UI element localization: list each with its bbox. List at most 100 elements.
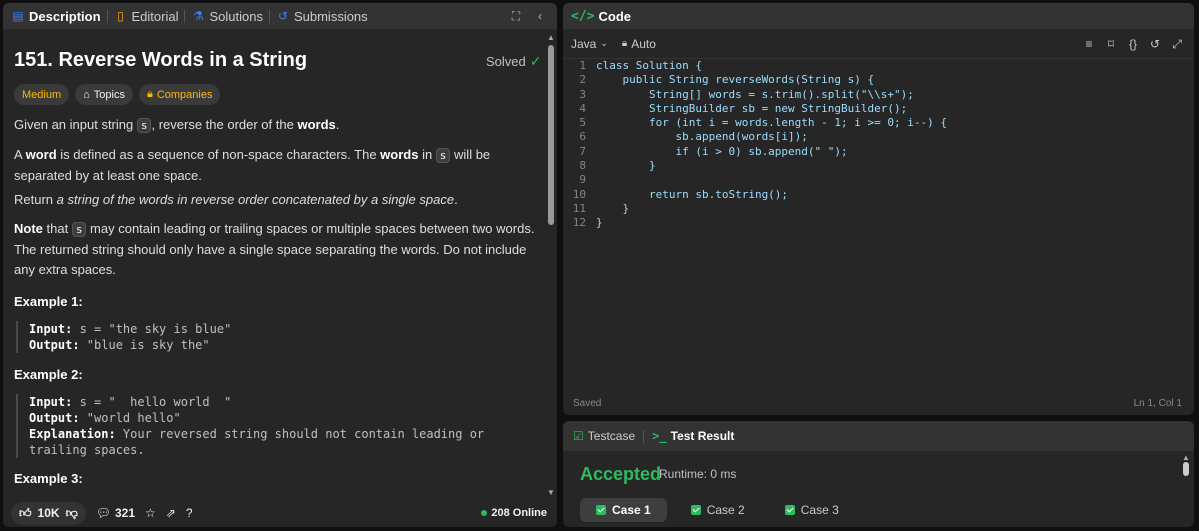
tab-test-result[interactable]: >_ Test Result: [652, 423, 734, 449]
line-number: 5: [579, 116, 586, 130]
case-tabs: Case 1 Case 2 Case 3: [580, 498, 855, 522]
code-line[interactable]: 9: [563, 173, 1194, 187]
output-label: Output:: [29, 338, 80, 352]
auto-mode[interactable]: 🔒︎ Auto: [622, 37, 656, 51]
bookmark-icon[interactable]: ⌑: [1104, 37, 1118, 51]
editor-status-bar: Saved Ln 1, Col 1: [573, 398, 1182, 409]
scroll-thumb[interactable]: [548, 45, 554, 225]
text: in: [418, 147, 436, 162]
bold-text: word: [25, 147, 57, 162]
input-value: s = "the sky is blue": [72, 322, 232, 336]
code-text: sb.append(words[i]);: [596, 130, 808, 144]
thumbs-down-icon[interactable]: 👎︎: [66, 506, 78, 521]
text: .: [335, 117, 340, 132]
like-dislike-group: 👍︎ 10K 👎︎: [11, 501, 86, 525]
share-icon[interactable]: ⇗: [166, 506, 176, 520]
companies-label: Companies: [156, 88, 213, 101]
scroll-up-arrow-icon[interactable]: ▲: [1182, 453, 1190, 462]
tab-test-result-label: Test Result: [670, 429, 735, 443]
scroll-thumb[interactable]: [1183, 462, 1189, 476]
code-text: }: [596, 216, 603, 230]
code-line[interactable]: 12}: [563, 216, 1194, 230]
collapse-left-icon[interactable]: ‹: [533, 9, 547, 23]
input-value: s = " hello world ": [72, 395, 232, 409]
example-output: Output: "blue is sky the": [29, 337, 231, 353]
cursor-position: Ln 1, Col 1: [1133, 398, 1182, 409]
tab-submissions[interactable]: ↺ Submissions: [272, 3, 372, 29]
case-tab-2[interactable]: Case 2: [675, 498, 761, 522]
text: Given an input string: [14, 117, 137, 132]
text: may contain leading or trailing spaces o…: [14, 221, 535, 277]
italic-text: a string of the words in reverse order c…: [56, 192, 455, 207]
reset-icon[interactable]: ↺: [1148, 37, 1162, 51]
page-title: 151. Reverse Words in a String: [14, 49, 308, 71]
language-select[interactable]: Java ⌄: [571, 37, 608, 51]
tab-description-label: Description: [29, 8, 101, 24]
help-icon[interactable]: ?: [186, 506, 193, 520]
language-label: Java: [571, 36, 597, 51]
scroll-up-arrow-icon[interactable]: ▲: [547, 33, 555, 42]
runtime-text: Runtime: 0 ms: [659, 467, 737, 481]
line-number: 4: [579, 101, 586, 115]
bold-text: Note: [14, 221, 43, 236]
example-2-block: Input: s = " hello world " Output: "worl…: [16, 394, 516, 458]
mode-label: Auto: [631, 36, 656, 51]
code-line[interactable]: 6 sb.append(words[i]);: [563, 130, 1194, 144]
maximize-icon[interactable]: ⛶: [509, 9, 523, 23]
code-text: class Solution {: [596, 59, 702, 72]
format-icon[interactable]: ≡: [1082, 37, 1096, 51]
tab-separator: [643, 429, 645, 443]
text: .: [454, 192, 458, 207]
code-line[interactable]: 10 return sb.toString();: [563, 188, 1194, 202]
thumbs-up-icon[interactable]: 👍︎: [19, 506, 32, 521]
code-line[interactable]: 5 for (int i = words.length - 1; i >= 0;…: [563, 116, 1194, 130]
code-panel-header: </> Code: [563, 3, 1194, 29]
code-editor[interactable]: 1 class Solution {2 public String reverse…: [563, 59, 1194, 231]
expand-icon[interactable]: ⤢: [1170, 37, 1184, 51]
code-line[interactable]: 4 StringBuilder sb = new StringBuilder()…: [563, 102, 1194, 116]
output-value: "blue is sky the": [79, 338, 210, 352]
output-value: "world hello": [79, 411, 181, 425]
tab-testcase[interactable]: ☑ Testcase: [573, 423, 635, 449]
comments-button[interactable]: 💬︎ 321: [96, 506, 135, 520]
code-line[interactable]: 3 String[] words = s.trim().split("\\s+"…: [563, 88, 1194, 102]
likes-count: 10K: [37, 506, 60, 520]
code-line[interactable]: 11 }: [563, 202, 1194, 216]
comments-count: 321: [114, 506, 136, 520]
code-text: return sb.toString();: [596, 187, 789, 201]
line-number: 2: [579, 73, 586, 87]
scroll-down-arrow-icon[interactable]: ▼: [547, 488, 555, 497]
code-line[interactable]: 7 if (i > 0) sb.append(" ");: [563, 145, 1194, 159]
flask-icon: ⚗: [193, 9, 204, 23]
code-line[interactable]: 8 }: [563, 159, 1194, 173]
description-paragraph-4: Note that s may contain leading or trail…: [14, 219, 539, 280]
topics-button[interactable]: ⌂ Topics: [75, 84, 133, 105]
line-number: 9: [579, 173, 586, 187]
code-panel-title: Code: [598, 8, 631, 24]
difficulty-badge: Medium: [14, 84, 70, 105]
chevron-down-icon: ⌄: [600, 38, 608, 48]
case-tab-1[interactable]: Case 1: [580, 498, 667, 522]
comment-icon: 💬︎: [95, 506, 111, 520]
description-scrollbar[interactable]: ▲ ▼: [547, 29, 555, 501]
star-icon[interactable]: ☆: [145, 506, 156, 520]
companies-button[interactable]: 🔒︎ Companies: [138, 84, 221, 105]
description-icon: ▤: [12, 9, 24, 23]
result-scrollbar[interactable]: ▲: [1182, 453, 1190, 513]
tab-separator: [268, 9, 270, 23]
problem-tabbar: ▤ Description ▯ Editorial ⚗ Solutions ↺ …: [3, 3, 557, 29]
code-toolbar: Java ⌄ 🔒︎ Auto ≡ ⌑ {} ↺ ⤢: [563, 29, 1194, 59]
tab-editorial[interactable]: ▯ Editorial: [110, 3, 183, 29]
tab-description[interactable]: ▤ Description: [7, 3, 105, 29]
braces-icon[interactable]: {}: [1126, 37, 1140, 51]
input-label: Input:: [29, 322, 73, 336]
tab-solutions[interactable]: ⚗ Solutions: [187, 3, 266, 29]
check-icon: [690, 505, 701, 515]
line-number: 1: [579, 59, 586, 72]
code-line[interactable]: 2 public String reverseWords(String s) {: [563, 73, 1194, 87]
code-line[interactable]: 1 class Solution {: [563, 59, 1194, 73]
text: that: [42, 221, 72, 236]
online-dot-icon: [481, 510, 488, 516]
case-tab-3[interactable]: Case 3: [769, 498, 855, 522]
code-text: StringBuilder sb = new StringBuilder();: [596, 101, 908, 115]
